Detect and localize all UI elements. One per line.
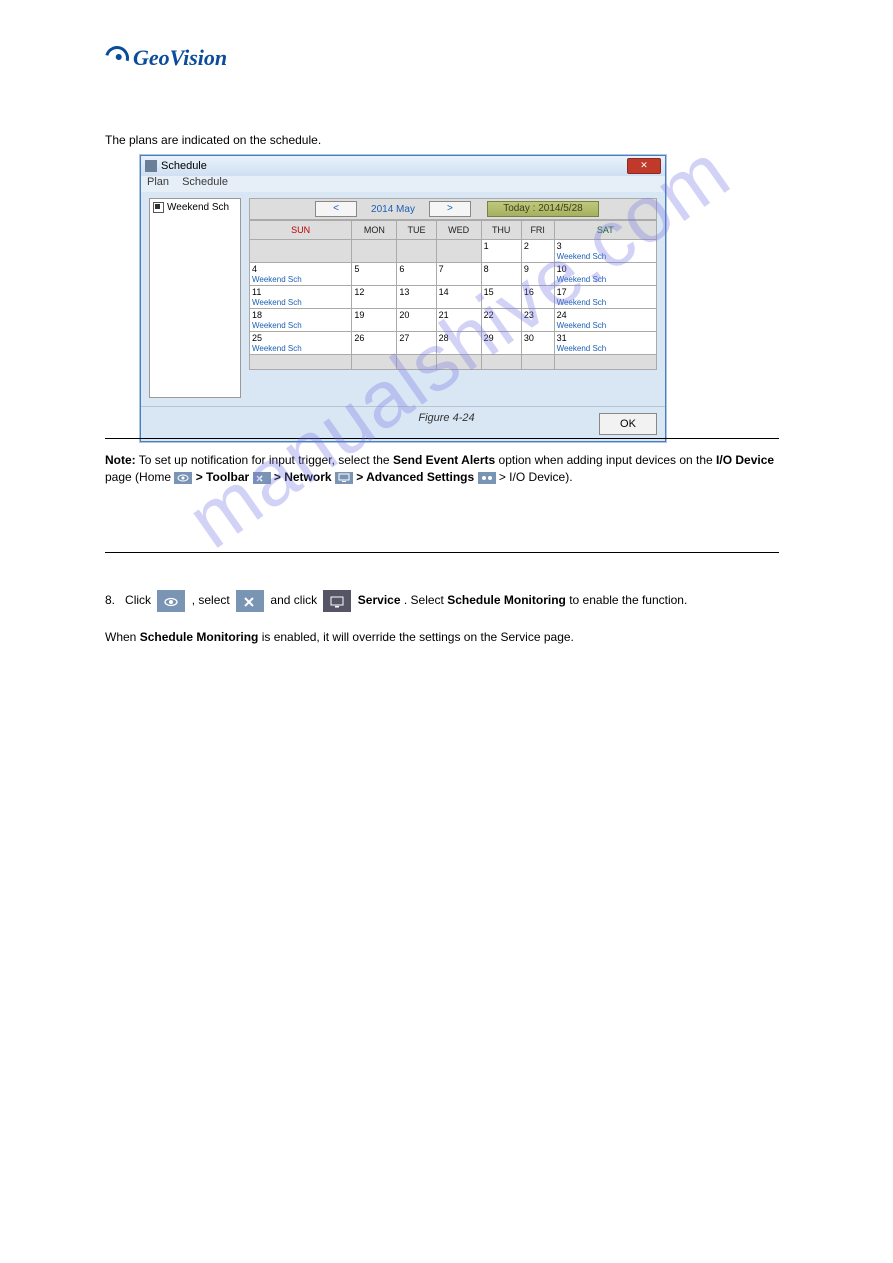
window-titlebar: Schedule ✕ xyxy=(141,156,665,176)
table-row: 18Weekend Sch 19 20 21 22 23 24Weekend S… xyxy=(250,309,657,332)
tools-icon xyxy=(236,590,264,612)
window-title: Schedule xyxy=(161,160,207,172)
col-sat: SAT xyxy=(554,221,656,240)
table-row xyxy=(250,355,657,370)
col-tue: TUE xyxy=(397,221,436,240)
io-icon xyxy=(478,472,496,484)
divider xyxy=(105,552,779,553)
table-row: 25Weekend Sch 26 27 28 29 30 31Weekend S… xyxy=(250,332,657,355)
step-8: 8. Click , select and click Service . Se… xyxy=(105,590,779,646)
logo-text: GeoVision xyxy=(133,45,227,71)
eye-icon xyxy=(174,472,192,484)
step-number: 8. xyxy=(105,593,115,607)
col-thu: THU xyxy=(481,221,521,240)
brand-logo: GeoVision xyxy=(105,45,227,71)
figure-caption: Figure 4-24 xyxy=(0,412,893,424)
table-row: 4Weekend Sch 5 6 7 8 9 10Weekend Sch xyxy=(250,263,657,286)
intro-text: The plans are indicated on the schedule. xyxy=(105,132,779,149)
table-row: 1 2 3Weekend Sch xyxy=(250,240,657,263)
col-sun: SUN xyxy=(250,221,352,240)
note-block: Note: To set up notification for input t… xyxy=(105,452,779,486)
eye-icon xyxy=(157,590,185,612)
table-row: 11Weekend Sch 12 13 14 15 16 17Weekend S… xyxy=(250,286,657,309)
plan-item-label: Weekend Sch xyxy=(167,202,229,213)
window-icon xyxy=(145,160,157,172)
close-button[interactable]: ✕ xyxy=(627,158,661,174)
divider xyxy=(105,438,779,439)
schedule-window: Schedule ✕ Plan Schedule Weekend Sch < 2… xyxy=(140,155,666,442)
menu-plan[interactable]: Plan xyxy=(147,176,169,188)
tools-icon xyxy=(253,472,271,484)
note-label: Note: xyxy=(105,453,136,467)
prev-month-button[interactable]: < xyxy=(315,201,357,217)
menu-bar: Plan Schedule xyxy=(141,176,665,192)
monitor-icon xyxy=(323,590,351,612)
menu-schedule[interactable]: Schedule xyxy=(182,176,228,188)
monitor-icon xyxy=(335,472,353,484)
plan-list: Weekend Sch xyxy=(149,198,241,398)
today-button[interactable]: Today : 2014/5/28 xyxy=(487,201,599,217)
plan-item[interactable]: Weekend Sch xyxy=(153,202,237,213)
col-wed: WED xyxy=(436,221,481,240)
logo-icon xyxy=(101,42,134,75)
checkbox-icon xyxy=(153,202,164,213)
calendar-table: SUN MON TUE WED THU FRI SAT 1 2 3Weekend… xyxy=(249,220,657,370)
next-month-button[interactable]: > xyxy=(429,201,471,217)
calendar-nav: < 2014 May > Today : 2014/5/28 xyxy=(249,198,657,220)
col-mon: MON xyxy=(352,221,397,240)
col-fri: FRI xyxy=(521,221,554,240)
month-label: 2014 May xyxy=(371,204,415,215)
